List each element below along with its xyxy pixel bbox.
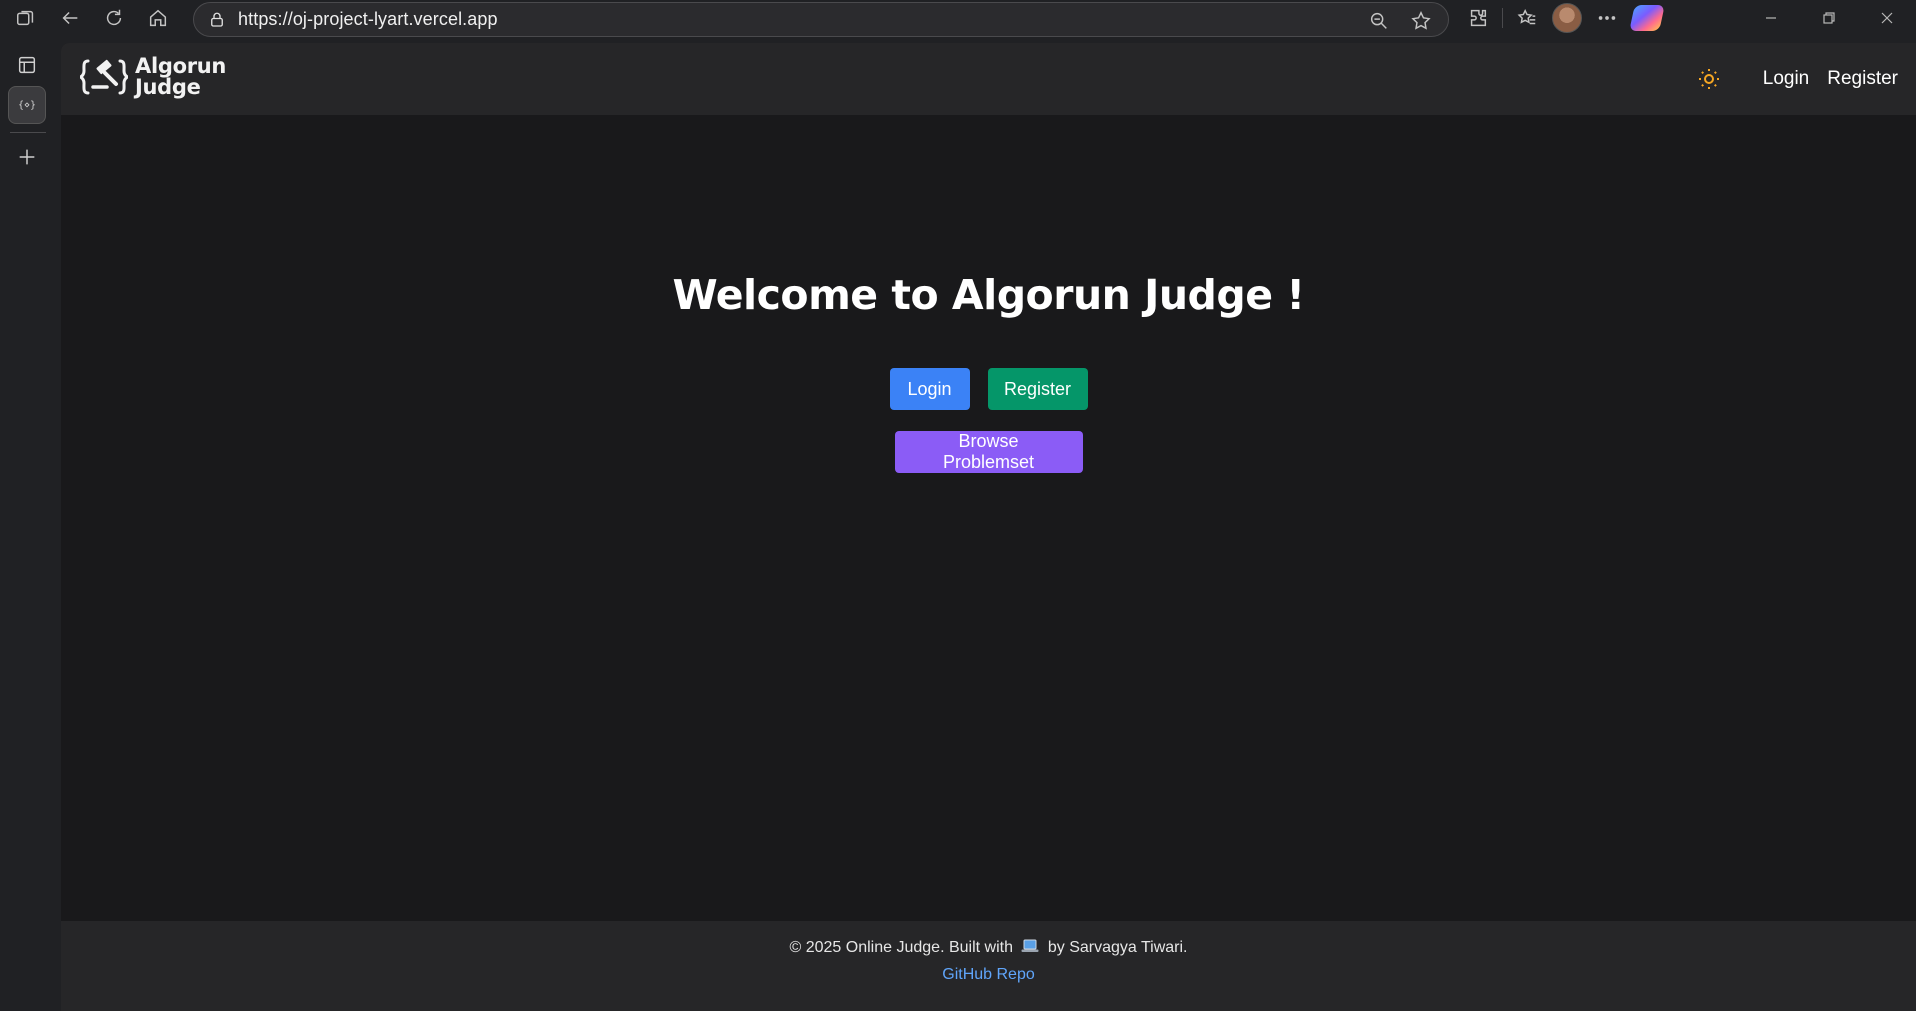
browser-right-controls (1460, 0, 1665, 36)
url-text[interactable]: https://oj-project-lyart.vercel.app (238, 9, 498, 30)
footer-text-after: by Sarvagya Tiwari. (1047, 939, 1188, 956)
app-header: Algorun Judge Login Register (61, 43, 1916, 115)
extensions-icon[interactable] (1460, 0, 1496, 36)
sun-icon[interactable] (1695, 65, 1723, 93)
gavel-braces-icon (79, 59, 129, 95)
copilot-icon[interactable] (1629, 0, 1665, 36)
workspaces-icon[interactable] (8, 0, 44, 36)
home-icon[interactable] (140, 0, 176, 36)
register-button[interactable]: Register (987, 368, 1088, 410)
browser-titlebar: https://oj-project-lyart.vercel.app (0, 0, 1916, 37)
nav-register-link[interactable]: Register (1827, 68, 1898, 90)
browser-left-controls (8, 0, 176, 36)
profile-avatar[interactable] (1549, 0, 1585, 36)
tab-favicon-icon: {⋄} (17, 99, 37, 111)
tab-algorun-judge[interactable]: {⋄} (8, 86, 46, 124)
header-nav: Login Register (1695, 43, 1898, 115)
tab-actions-icon[interactable] (8, 46, 46, 84)
back-arrow-icon[interactable] (52, 0, 88, 36)
browse-problemset-button[interactable]: Browse Problemset (894, 431, 1083, 473)
hero-section: Welcome to Algorun Judge ! Login Registe… (61, 115, 1916, 850)
minimize-icon[interactable] (1742, 0, 1800, 36)
sidebar-divider (10, 132, 46, 133)
page-footer: © 2025 Online Judge. Built with by Sarva… (61, 921, 1916, 1011)
brand-name: Algorun Judge (135, 56, 226, 98)
favorite-star-icon[interactable] (1402, 4, 1440, 38)
refresh-icon[interactable] (96, 0, 132, 36)
avatar (1552, 3, 1582, 33)
login-button[interactable]: Login (889, 368, 970, 410)
github-repo-link[interactable]: GitHub Repo (942, 966, 1035, 984)
browse-row: Browse Problemset (61, 431, 1916, 473)
auth-buttons: Login Register (61, 368, 1916, 410)
close-icon[interactable] (1858, 0, 1916, 36)
address-bar-actions (1360, 3, 1440, 38)
footer-text-before: © 2025 Online Judge. Built with (789, 939, 1013, 956)
brand-line-2: Judge (135, 75, 201, 99)
brand-line-1: Algorun (135, 54, 227, 78)
page-title: Welcome to Algorun Judge ! (672, 271, 1305, 319)
nav-login-link[interactable]: Login (1763, 68, 1810, 90)
favorites-icon[interactable] (1509, 0, 1545, 36)
footer-credit: © 2025 Online Judge. Built with by Sarva… (61, 939, 1916, 957)
brand-logo[interactable]: Algorun Judge (79, 56, 226, 98)
copilot-logo (1629, 5, 1665, 31)
laptop-icon (1021, 939, 1039, 952)
toolbar-divider (1502, 8, 1503, 28)
page-viewport: Algorun Judge Login Register Welcome to … (61, 43, 1916, 1011)
zoom-out-icon[interactable] (1360, 4, 1398, 38)
new-tab-plus-icon[interactable] (8, 138, 46, 176)
window-controls (1742, 0, 1916, 36)
restore-icon[interactable] (1800, 0, 1858, 36)
address-bar[interactable]: https://oj-project-lyart.vercel.app (193, 2, 1449, 37)
more-options-icon[interactable] (1589, 0, 1625, 36)
lock-icon[interactable] (206, 9, 228, 31)
vertical-tabs-sidebar: {⋄} (0, 36, 60, 1011)
